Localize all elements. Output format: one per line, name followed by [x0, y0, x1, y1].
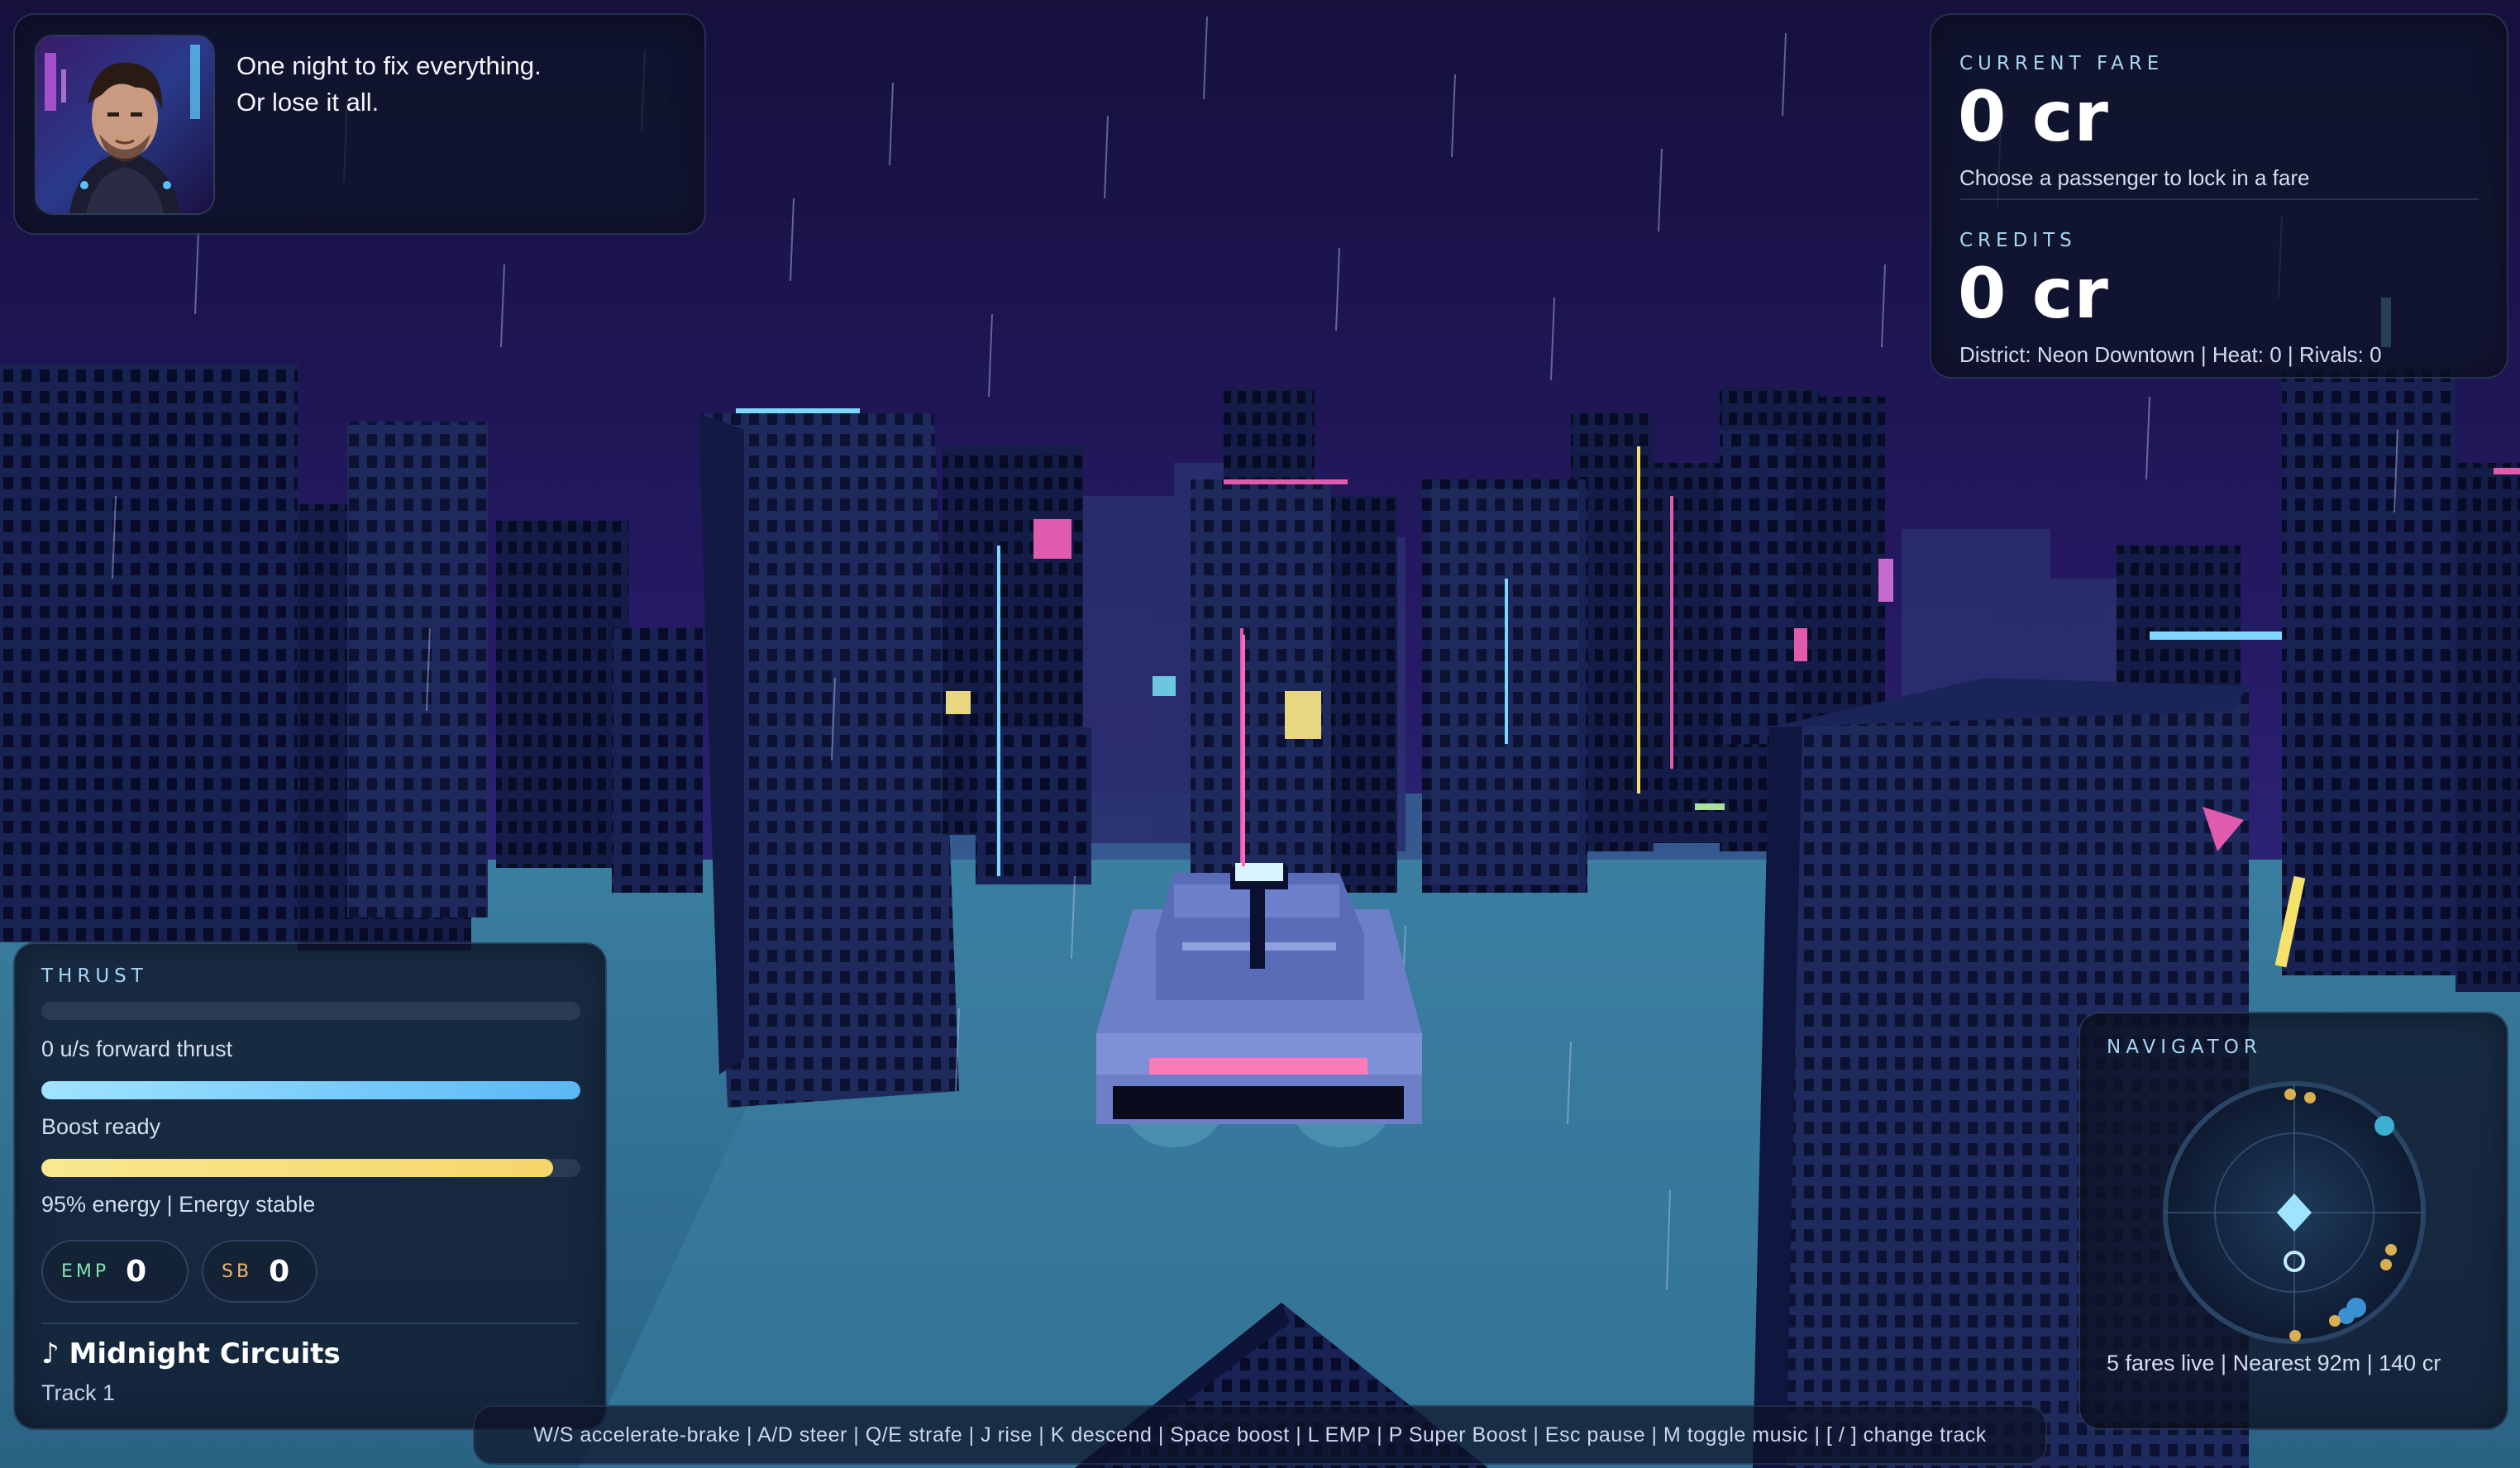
- current-fare-value: 0 cr: [1958, 76, 2109, 157]
- controls-hint-bar: W/S accelerate-brake | A/D steer | Q/E s…: [473, 1405, 2047, 1465]
- boost-status-text: Boost ready: [41, 1114, 161, 1139]
- sb-label: SB: [222, 1261, 253, 1282]
- music-title: Midnight Circuits: [69, 1337, 341, 1370]
- current-fare-label: CURRENT FARE: [1959, 53, 2164, 74]
- music-divider: [41, 1323, 579, 1324]
- game-viewport[interactable]: One night to fix everything. Or lose it …: [0, 0, 2520, 1468]
- navigator-label: NAVIGATOR: [2107, 1037, 2262, 1058]
- thrust-label: THRUST: [41, 965, 148, 987]
- music-track: Track 1: [41, 1380, 116, 1405]
- music-title-row: ♪ Midnight Circuits: [41, 1337, 341, 1370]
- navigator-panel: NAVIGATOR 5 fares live | Nearest 92m | 1…: [2079, 1012, 2508, 1430]
- super-boost-charges: SB 0: [202, 1240, 317, 1303]
- controls-hint-text: W/S accelerate-brake | A/D steer | Q/E s…: [533, 1423, 1987, 1447]
- forward-thrust-bar: [41, 1002, 580, 1020]
- emp-count: 0: [126, 1254, 147, 1289]
- energy-bar: [41, 1159, 580, 1177]
- forward-thrust-text: 0 u/s forward thrust: [41, 1037, 233, 1061]
- energy-fill: [41, 1159, 554, 1177]
- credits-value: 0 cr: [1958, 253, 2109, 334]
- story-line-2: Or lose it all.: [236, 88, 379, 117]
- boost-bar: [41, 1081, 580, 1099]
- radar-minimap[interactable]: [2158, 1076, 2431, 1349]
- navigator-summary: 5 fares live | Nearest 92m | 140 cr: [2107, 1351, 2441, 1375]
- fare-divider: [1959, 198, 2479, 200]
- fare-panel: CURRENT FARE 0 cr Choose a passenger to …: [1930, 13, 2508, 379]
- story-panel: One night to fix everything. Or lose it …: [13, 13, 706, 235]
- sb-count: 0: [269, 1254, 290, 1289]
- music-note-icon: ♪: [41, 1337, 69, 1370]
- avatar-illustration: [36, 36, 213, 213]
- district-status: District: Neon Downtown | Heat: 0 | Riva…: [1959, 342, 2382, 367]
- story-line-1: One night to fix everything.: [236, 51, 542, 80]
- current-fare-hint: Choose a passenger to lock in a fare: [1959, 165, 2310, 190]
- thrust-panel: THRUST 0 u/s forward thrust Boost ready …: [13, 942, 607, 1430]
- credits-label: CREDITS: [1959, 230, 2077, 251]
- emp-label: EMP: [61, 1261, 110, 1282]
- driver-portrait: [35, 35, 215, 215]
- boost-fill: [41, 1081, 580, 1099]
- emp-charges: EMP 0: [41, 1240, 189, 1303]
- energy-status-text: 95% energy | Energy stable: [41, 1192, 316, 1217]
